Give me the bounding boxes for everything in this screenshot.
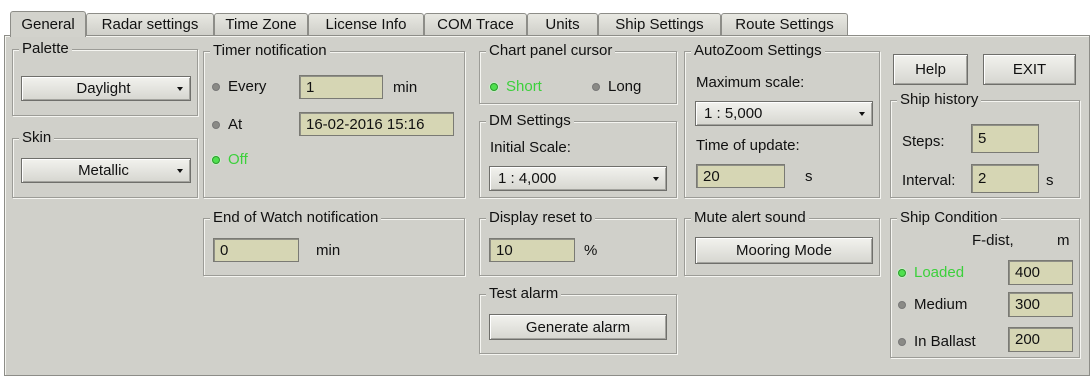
end-of-watch-value: 0 bbox=[220, 241, 229, 259]
timer-at-input[interactable]: 16-02-2016 15:16 bbox=[299, 112, 454, 136]
update-time-input[interactable]: 20 bbox=[696, 164, 785, 188]
timer-at-radio[interactable]: At bbox=[212, 116, 242, 133]
chevron-down-icon bbox=[653, 176, 659, 181]
cursor-long-label: Long bbox=[608, 78, 642, 95]
cursor-short-label: Short bbox=[506, 78, 542, 95]
end-of-watch-input[interactable]: 0 bbox=[213, 238, 299, 262]
timer-every-unit: min bbox=[393, 79, 418, 96]
condition-medium-label: Medium bbox=[914, 296, 968, 313]
chevron-down-icon bbox=[177, 168, 183, 173]
display-reset-title: Display reset to bbox=[486, 209, 596, 227]
chevron-down-icon bbox=[177, 86, 183, 91]
radio-icon bbox=[592, 82, 600, 91]
exit-button[interactable]: EXIT bbox=[983, 54, 1076, 85]
timer-at-value: 16-02-2016 15:16 bbox=[306, 115, 425, 133]
loaded-fdist-input[interactable]: 400 bbox=[1008, 260, 1073, 285]
skin-title: Skin bbox=[19, 129, 55, 147]
initial-scale-value: 1 : 4,000 bbox=[498, 170, 557, 187]
tab-time-zone[interactable]: Time Zone bbox=[214, 13, 308, 35]
steps-input[interactable]: 5 bbox=[971, 124, 1039, 153]
tab-units[interactable]: Units bbox=[527, 13, 598, 35]
interval-label: Interval: bbox=[902, 172, 956, 189]
loaded-fdist-value: 400 bbox=[1015, 264, 1041, 281]
tab-com-trace[interactable]: COM Trace bbox=[424, 13, 527, 35]
dm-settings-title: DM Settings bbox=[486, 112, 574, 130]
palette-value: Daylight bbox=[76, 80, 131, 97]
update-time-unit: s bbox=[805, 168, 813, 185]
exit-label: EXIT bbox=[1012, 61, 1047, 78]
interval-input[interactable]: 2 bbox=[971, 164, 1039, 193]
timer-off-radio[interactable]: Off bbox=[212, 151, 248, 168]
display-reset-input[interactable]: 10 bbox=[489, 238, 575, 262]
condition-in-ballast-label: In Ballast bbox=[914, 333, 976, 350]
end-of-watch-title: End of Watch notification bbox=[210, 209, 382, 227]
display-reset-value: 10 bbox=[496, 241, 513, 259]
mooring-mode-label: Mooring Mode bbox=[736, 242, 832, 259]
palette-select[interactable]: Daylight bbox=[21, 76, 191, 101]
interval-unit: s bbox=[1046, 172, 1054, 189]
radio-icon bbox=[898, 300, 906, 309]
cursor-long-radio[interactable]: Long bbox=[592, 78, 641, 95]
generate-alarm-button[interactable]: Generate alarm bbox=[489, 314, 667, 340]
timer-every-input[interactable]: 1 bbox=[299, 75, 383, 99]
cursor-short-radio[interactable]: Short bbox=[490, 78, 542, 95]
chart-cursor-title: Chart panel cursor bbox=[486, 42, 616, 60]
timer-every-radio[interactable]: Every bbox=[212, 78, 266, 95]
test-alarm-title: Test alarm bbox=[486, 285, 562, 303]
skin-value: Metallic bbox=[78, 162, 129, 179]
timer-at-label: At bbox=[228, 116, 243, 133]
max-scale-value: 1 : 5,000 bbox=[704, 105, 763, 122]
help-label: Help bbox=[915, 61, 946, 78]
chevron-down-icon bbox=[859, 111, 865, 116]
in-ballast-fdist-value: 200 bbox=[1015, 331, 1041, 348]
autozoom-title: AutoZoom Settings bbox=[691, 42, 825, 60]
radio-selected-icon bbox=[490, 82, 498, 91]
mooring-mode-button[interactable]: Mooring Mode bbox=[695, 237, 873, 264]
radio-icon bbox=[212, 82, 220, 91]
timer-notification-title: Timer notification bbox=[210, 42, 330, 60]
timer-every-value: 1 bbox=[306, 78, 315, 96]
f-dist-unit: m bbox=[1057, 232, 1070, 249]
radio-selected-icon bbox=[898, 268, 906, 277]
display-reset-unit: % bbox=[584, 242, 598, 259]
ship-condition-title: Ship Condition bbox=[897, 209, 1001, 227]
radio-icon bbox=[212, 120, 220, 129]
update-time-label: Time of update: bbox=[696, 137, 800, 154]
palette-title: Palette bbox=[19, 40, 72, 58]
tab-radar-settings[interactable]: Radar settings bbox=[86, 13, 214, 35]
timer-every-label: Every bbox=[228, 78, 267, 95]
tab-license-info[interactable]: License Info bbox=[308, 13, 424, 35]
max-scale-label: Maximum scale: bbox=[696, 74, 805, 91]
end-of-watch-unit: min bbox=[316, 242, 341, 259]
update-time-value: 20 bbox=[703, 167, 720, 185]
in-ballast-fdist-input[interactable]: 200 bbox=[1008, 327, 1073, 352]
condition-in-ballast-radio[interactable]: In Ballast bbox=[898, 333, 976, 350]
ship-history-title: Ship history bbox=[897, 91, 982, 109]
tab-route-settings[interactable]: Route Settings bbox=[721, 13, 848, 35]
radio-icon bbox=[898, 337, 906, 346]
help-button[interactable]: Help bbox=[893, 54, 968, 85]
interval-value: 2 bbox=[978, 170, 987, 187]
condition-loaded-label: Loaded bbox=[914, 264, 965, 281]
generate-alarm-label: Generate alarm bbox=[525, 318, 631, 336]
tab-general[interactable]: General bbox=[10, 11, 86, 37]
tab-ship-settings[interactable]: Ship Settings bbox=[598, 13, 721, 35]
timer-off-label: Off bbox=[228, 151, 248, 168]
initial-scale-label: Initial Scale: bbox=[490, 139, 571, 156]
mute-alert-title: Mute alert sound bbox=[691, 209, 809, 227]
medium-fdist-value: 300 bbox=[1015, 296, 1041, 313]
steps-value: 5 bbox=[978, 130, 987, 147]
condition-medium-radio[interactable]: Medium bbox=[898, 296, 967, 313]
medium-fdist-input[interactable]: 300 bbox=[1008, 292, 1073, 317]
steps-label: Steps: bbox=[902, 133, 945, 150]
f-dist-header: F-dist, bbox=[972, 232, 1014, 249]
max-scale-select[interactable]: 1 : 5,000 bbox=[695, 101, 873, 126]
initial-scale-select[interactable]: 1 : 4,000 bbox=[489, 166, 667, 191]
skin-select[interactable]: Metallic bbox=[21, 158, 191, 183]
radio-selected-icon bbox=[212, 155, 220, 164]
condition-loaded-radio[interactable]: Loaded bbox=[898, 264, 964, 281]
